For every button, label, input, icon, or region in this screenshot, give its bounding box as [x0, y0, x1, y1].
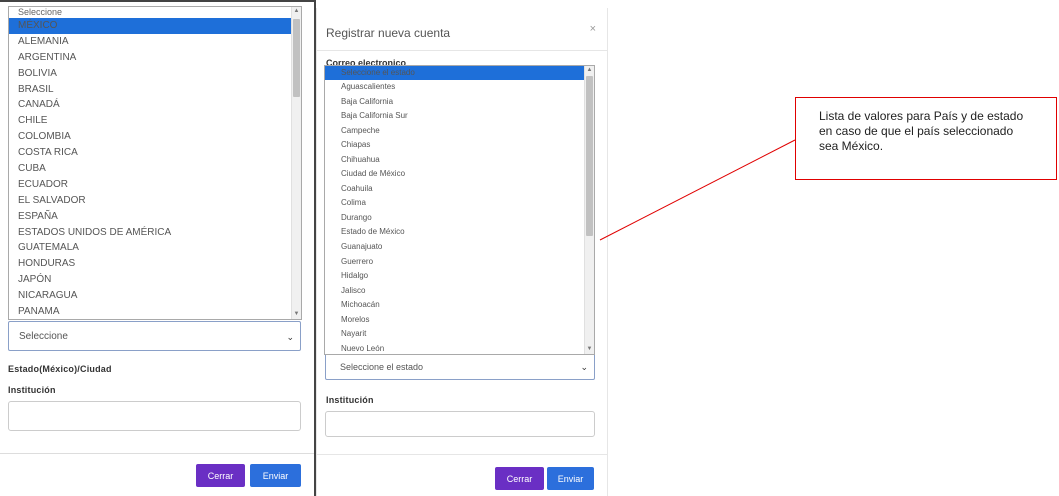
annotation-callout: Lista de valores para País y de estado e… — [795, 97, 1057, 180]
annotation-text: Lista de valores para País y de estado e… — [819, 109, 1024, 153]
annotation-connector-line — [599, 139, 796, 241]
